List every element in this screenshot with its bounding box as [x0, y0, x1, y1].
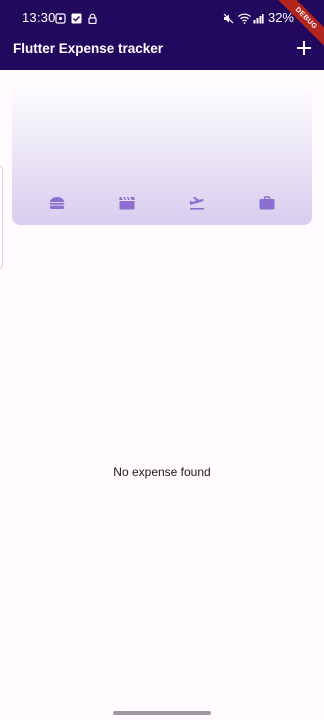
- flight-takeoff-icon: [188, 194, 206, 212]
- add-expense-button[interactable]: [292, 36, 316, 60]
- lock-icon: [87, 11, 98, 25]
- add-icon: [297, 41, 311, 55]
- empty-state-message: No expense found: [113, 465, 211, 479]
- edge-panel-handle[interactable]: [0, 165, 3, 269]
- movie-icon: [118, 194, 136, 212]
- app-bar: 13:30 32% Flutter Expense tracker DEBUG: [0, 0, 324, 70]
- status-left-icons: [55, 11, 98, 25]
- screenshot-icon: [55, 11, 66, 24]
- chart-category-icons: [12, 192, 312, 214]
- status-time: 13:30: [22, 10, 56, 25]
- signal-icon: [253, 12, 264, 24]
- mute-icon: [223, 12, 234, 24]
- wifi-icon: [238, 12, 251, 24]
- lunch-icon: [48, 194, 66, 212]
- status-bar: 13:30 32%: [0, 0, 324, 34]
- status-right: 32%: [223, 10, 294, 25]
- expense-chart-card: [12, 88, 312, 225]
- page-title: Flutter Expense tracker: [13, 41, 164, 56]
- chart-bars-area: [12, 98, 312, 188]
- home-indicator[interactable]: [113, 711, 211, 715]
- checkbox-icon: [71, 11, 82, 24]
- work-icon: [258, 194, 276, 212]
